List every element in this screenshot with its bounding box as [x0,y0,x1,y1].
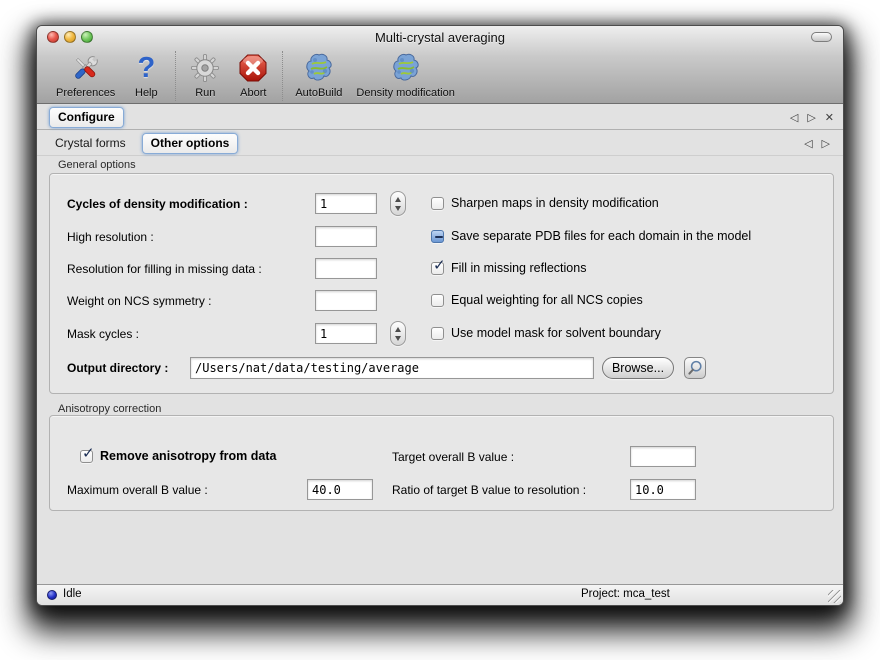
toolbar-item-label: Density modification [356,87,454,99]
tab-next-arrow-icon[interactable]: ▷ [822,137,830,150]
status-indicator-icon [47,590,57,600]
autobuild-button[interactable]: AutoBuild [288,51,349,99]
checkbox-mixed-icon[interactable] [431,230,444,243]
tab-prev-arrow-icon[interactable]: ◁ [790,111,798,124]
sub-tab-bar: Crystal forms Other options ◁ ▷ [37,131,843,156]
run-button[interactable]: Run [181,51,229,99]
checkbox-checked-icon[interactable] [431,262,444,275]
search-directory-button[interactable] [684,357,706,379]
checkbox-save-separate-pdb[interactable]: Save separate PDB files for each domain … [431,228,751,244]
status-bar: Idle Project: mca_test [37,584,843,605]
help-icon: ? [129,51,163,85]
title-bar[interactable]: Multi-crystal averaging [37,26,843,48]
field-label: High resolution : [67,230,154,244]
stepper-down-icon[interactable] [395,206,401,211]
resize-grip[interactable] [828,590,841,603]
target-b-value-input[interactable] [630,446,696,467]
output-directory-label: Output directory : [67,361,168,375]
checkbox-unchecked-icon[interactable] [431,197,444,210]
project-label: Project: mca_test [581,588,670,600]
toolbar-separator [282,51,283,101]
checkbox-sharpen-maps[interactable]: Sharpen maps in density modification [431,195,659,211]
field-label: Target overall B value : [392,450,514,464]
high-resolution-input[interactable] [315,226,377,247]
field-label: Resolution for filling in missing data : [67,262,262,276]
toolbar-item-label: Help [135,87,158,99]
group-title-general-options: General options [58,159,136,171]
stepper-up-icon[interactable] [395,327,401,332]
ncs-weight-input[interactable] [315,290,377,311]
field-label: Maximum overall B value : [67,483,208,497]
tools-icon [69,51,103,85]
checkbox-use-model-mask[interactable]: Use model mask for solvent boundary [431,325,661,341]
window-header: Multi-crystal averaging [37,26,843,104]
checkbox-remove-anisotropy[interactable]: Remove anisotropy from data [80,448,276,464]
toolbar-item-label: Abort [240,87,266,99]
density-modification-button[interactable]: Density modification [349,51,461,99]
window-title: Multi-crystal averaging [37,26,843,48]
field-label: Cycles of density modification : [67,197,248,211]
field-label: Mask cycles : [67,327,139,341]
magnifier-icon [686,359,704,377]
resolution-filling-input[interactable] [315,258,377,279]
tab-close-icon[interactable]: ✕ [825,111,834,124]
toolbar-item-label: Run [195,87,215,99]
output-directory-input[interactable] [190,357,594,379]
abort-icon [236,51,270,85]
checkbox-fill-missing-reflections[interactable]: Fill in missing reflections [431,260,586,276]
general-options-group: Cycles of density modification : High re… [49,173,834,394]
protein-icon [389,51,423,85]
abort-button[interactable]: Abort [229,51,277,99]
checkbox-unchecked-icon[interactable] [431,327,444,340]
checkbox-unchecked-icon[interactable] [431,294,444,307]
stepper-up-icon[interactable] [395,197,401,202]
tab-configure[interactable]: Configure [49,107,124,128]
status-text: Idle [63,588,82,600]
content-panel: General options Cycles of density modifi… [37,157,843,586]
ratio-b-value-input[interactable] [630,479,696,500]
anisotropy-group: Remove anisotropy from data Target overa… [49,415,834,511]
field-label: Weight on NCS symmetry : [67,294,211,308]
toolbar-item-label: AutoBuild [295,87,342,99]
tab-next-arrow-icon[interactable]: ▷ [807,111,815,124]
browse-button[interactable]: Browse... [602,357,674,379]
cycles-stepper[interactable] [390,191,406,216]
max-b-value-input[interactable] [307,479,373,500]
checkbox-equal-weighting[interactable]: Equal weighting for all NCS copies [431,292,643,308]
help-button[interactable]: ? Help [122,51,170,99]
field-label: Ratio of target B value to resolution : [392,483,586,497]
preferences-button[interactable]: Preferences [49,51,122,99]
cycles-density-modification-input[interactable] [315,193,377,214]
gear-icon [188,51,222,85]
tab-other-options[interactable]: Other options [142,133,239,154]
group-title-anisotropy: Anisotropy correction [58,403,161,415]
mask-cycles-stepper[interactable] [390,321,406,346]
toolbar-separator [175,51,176,101]
main-tab-bar: Configure ◁ ▷ ✕ [37,105,843,130]
toolbar: Preferences ? Help [37,48,843,104]
sub-tab-nav: ◁ ▷ [804,137,830,150]
tab-nav: ◁ ▷ ✕ [790,111,834,124]
app-window: Multi-crystal averaging [36,25,844,606]
protein-icon [302,51,336,85]
tab-prev-arrow-icon[interactable]: ◁ [804,137,812,150]
toolbar-item-label: Preferences [56,87,115,99]
checkbox-checked-icon[interactable] [80,450,93,463]
toolbar-toggle-button[interactable] [811,32,832,42]
stepper-down-icon[interactable] [395,336,401,341]
tab-crystal-forms[interactable]: Crystal forms [55,136,126,150]
mask-cycles-input[interactable] [315,323,377,344]
